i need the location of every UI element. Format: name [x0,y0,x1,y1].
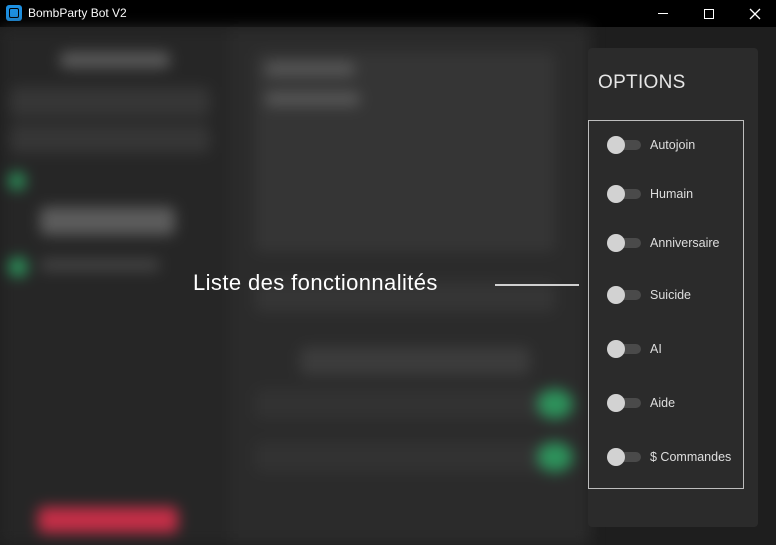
toggle-switch[interactable] [607,448,642,466]
blurred-block [10,125,210,153]
toggle-switch[interactable] [607,136,642,154]
maximize-button[interactable] [686,0,732,27]
option-humain[interactable]: Humain [607,185,693,203]
blurred-block [265,92,360,106]
blurred-block [300,347,530,375]
option-aide[interactable]: Aide [607,394,675,412]
option-autojoin[interactable]: Autojoin [607,136,695,154]
window-title: BombParty Bot V2 [28,6,127,20]
app-icon [6,5,22,21]
blurred-block [8,172,26,190]
blurred-block [40,259,160,271]
close-icon [749,8,761,19]
toggle-switch[interactable] [607,185,642,203]
blurred-block [8,257,28,277]
toggle-switch[interactable] [607,234,642,252]
blurred-block [537,442,573,472]
option-commandes[interactable]: $ Commandes [607,448,731,466]
toggle-switch[interactable] [607,340,642,358]
option-label: Autojoin [650,138,696,152]
blurred-block [255,52,555,252]
blurred-block [265,62,355,76]
option-suicide[interactable]: Suicide [607,286,691,304]
option-label: Humain [650,187,694,201]
blurred-block [255,389,545,419]
options-list-frame [588,120,744,489]
annotation-pointer-line [495,284,579,286]
minimize-button[interactable] [640,0,686,27]
option-label: Suicide [650,288,691,302]
option-anniversaire[interactable]: Anniversaire [607,234,719,252]
option-ai[interactable]: AI [607,340,662,358]
blurred-block [10,87,210,117]
minimize-icon [658,13,668,14]
option-label: AI [650,342,662,356]
toggle-switch[interactable] [607,286,642,304]
blurred-block [40,207,175,235]
blurred-block [537,389,573,419]
option-label: Anniversaire [650,236,720,250]
option-label: Aide [650,396,676,410]
options-title: OPTIONS [598,72,686,93]
blurred-block [38,507,178,533]
blurred-block [255,442,545,472]
maximize-icon [704,8,714,19]
feature-list-annotation: Liste des fonctionnalités [193,270,438,295]
title-bar: BombParty Bot V2 [0,0,776,27]
close-button[interactable] [732,0,776,27]
blurred-block [60,52,170,68]
toggle-switch[interactable] [607,394,642,412]
option-label: $ Commandes [650,450,732,464]
